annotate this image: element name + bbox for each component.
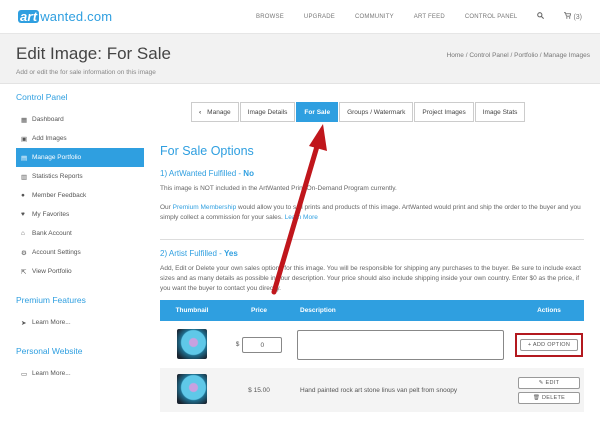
sidebar-item-label: Manage Portfolio	[32, 154, 82, 161]
tab-image-stats[interactable]: Image Stats	[474, 102, 526, 122]
sidebar-item-label: My Favorites	[32, 211, 70, 218]
sidebar-item-label: Account Settings	[32, 249, 81, 256]
tab-groups-watermark[interactable]: Groups / Watermark	[339, 102, 414, 122]
artwanted-fulfilled-label: 1) ArtWanted Fulfilled -	[160, 169, 244, 178]
sidebar-item-label: Dashboard	[32, 116, 64, 123]
artwanted-fulfilled-status: No	[243, 169, 254, 178]
tab-image-details[interactable]: Image Details	[239, 102, 296, 122]
tab-for-sale[interactable]: For Sale	[296, 102, 339, 122]
premium-paragraph: Our Premium Membership would allow you t…	[160, 203, 584, 223]
add-option-highlight: + ADD OPTION	[515, 332, 583, 357]
sidebar-title-control-panel: Control Panel	[16, 92, 68, 102]
page-header: Edit Image: For Sale Add or edit the for…	[0, 34, 600, 84]
currency-symbol: $	[235, 341, 240, 349]
rocket-icon: ➤	[21, 319, 27, 327]
logo-rest: wanted.com	[40, 9, 113, 24]
top-nav: art wanted.com BROWSE UPGRADE COMMUNITY A…	[0, 0, 600, 34]
sidebar-item-statistics[interactable]: ▥ Statistics Reports	[16, 167, 144, 186]
nav-menu: BROWSE UPGRADE COMMUNITY ART FEED CONTRO…	[236, 12, 582, 21]
tab-manage[interactable]: ‹ Manage	[191, 102, 239, 122]
artist-fulfilled-text: Add, Edit or Delete your own sales optio…	[160, 265, 581, 292]
image-thumbnail	[177, 374, 207, 404]
comments-icon: ●	[21, 192, 25, 199]
sidebar-item-view-portfolio[interactable]: ⇱ View Portfolio	[16, 262, 144, 281]
sidebar-item-label: Member Feedback	[32, 192, 87, 199]
sidebar-item-account-settings[interactable]: ⚙ Account Settings	[16, 243, 144, 262]
grid-icon: ▦	[21, 116, 28, 124]
monitor-icon: ▭	[21, 370, 28, 378]
premium-prefix: Our	[160, 204, 173, 211]
row-price: $ 15.00	[248, 386, 270, 394]
delete-button[interactable]: 🗑 DELETE	[518, 391, 580, 404]
add-image-icon: ▣	[21, 135, 28, 143]
nav-art-feed[interactable]: ART FEED	[414, 14, 445, 20]
sidebar-item-feedback[interactable]: ● Member Feedback	[16, 186, 144, 205]
images-icon: ▤	[21, 154, 28, 162]
artwanted-fulfilled-text: This image is NOT included in the ArtWan…	[160, 185, 397, 192]
sidebar-item-label: Statistics Reports	[32, 173, 83, 180]
header-price: Price	[224, 300, 294, 321]
header-actions: Actions	[514, 300, 584, 321]
sidebar-item-bank-account[interactable]: ⌂ Bank Account	[16, 224, 144, 243]
artwanted-fulfilled-title: 1) ArtWanted Fulfilled - No	[160, 169, 584, 178]
page-subtitle: Add or edit the for sale information on …	[16, 69, 156, 76]
header-thumbnail: Thumbnail	[160, 300, 224, 321]
sales-options-table: Thumbnail Price Description Actions $0 +…	[160, 300, 584, 412]
cart-button[interactable]: (3)	[564, 12, 582, 21]
sidebar-item-manage-portfolio[interactable]: ▤ Manage Portfolio	[16, 148, 144, 167]
external-link-icon: ⇱	[21, 268, 27, 276]
breadcrumb[interactable]: Home / Control Panel / Portfolio / Manag…	[447, 52, 590, 59]
sidebar-item-label: View Portfolio	[32, 268, 72, 275]
gear-icon: ⚙	[21, 249, 27, 257]
cart-icon	[564, 12, 572, 19]
sidebar-item-label: Learn More...	[32, 319, 71, 326]
edit-button[interactable]: ✎ EDIT	[518, 376, 580, 389]
price-input[interactable]: 0	[242, 336, 283, 353]
nav-browse[interactable]: BROWSE	[256, 14, 284, 20]
artist-fulfilled-label: 2) Artist Fulfilled -	[160, 249, 225, 258]
section-heading: For Sale Options	[160, 144, 254, 158]
image-thumbnail	[177, 328, 207, 359]
description-input[interactable]	[297, 329, 504, 360]
chevron-left-icon: ‹	[199, 108, 202, 116]
nav-community[interactable]: COMMUNITY	[355, 14, 394, 20]
sidebar: Control Panel ▦ Dashboard ▣ Add Images ▤ Ma…	[16, 92, 144, 383]
tab-label: Manage	[207, 108, 231, 116]
logo-art: art	[18, 9, 40, 24]
heart-icon: ♥	[21, 211, 25, 218]
sidebar-item-dashboard[interactable]: ▦ Dashboard	[16, 110, 144, 129]
main-content: ‹ Manage Image Details For Sale Groups / …	[160, 102, 584, 412]
sidebar-item-premium-learn-more[interactable]: ➤ Learn More...	[16, 313, 144, 332]
sidebar-item-label: Learn More...	[32, 370, 71, 377]
artist-fulfilled-title: 2) Artist Fulfilled - Yes	[160, 249, 584, 258]
new-option-row: $0 + ADD OPTION	[160, 321, 584, 368]
artist-fulfilled-status: Yes	[224, 249, 238, 258]
learn-more-link[interactable]: Learn More	[285, 214, 318, 221]
chart-icon: ▥	[21, 173, 28, 181]
tab-bar: ‹ Manage Image Details For Sale Groups / …	[191, 102, 584, 122]
site-logo[interactable]: art wanted.com	[18, 9, 112, 24]
sidebar-item-website-learn-more[interactable]: ▭ Learn More...	[16, 364, 144, 383]
bank-icon: ⌂	[21, 230, 25, 237]
search-icon[interactable]	[537, 12, 545, 21]
row-description: Hand painted rock art stone linus van pe…	[300, 386, 458, 394]
tab-project-images[interactable]: Project Images	[414, 102, 474, 122]
sidebar-title-website: Personal Website	[16, 346, 83, 356]
header-description: Description	[294, 300, 514, 321]
cart-count: (3)	[573, 14, 582, 21]
divider	[160, 239, 584, 240]
add-option-button[interactable]: + ADD OPTION	[520, 338, 578, 351]
sidebar-item-label: Bank Account	[32, 230, 72, 237]
premium-membership-link[interactable]: Premium Membership	[173, 204, 237, 211]
nav-control-panel[interactable]: CONTROL PANEL	[465, 14, 518, 20]
sidebar-title-premium: Premium Features	[16, 295, 86, 305]
sidebar-item-favorites[interactable]: ♥ My Favorites	[16, 205, 144, 224]
table-row: $ 15.00 Hand painted rock art stone linu…	[160, 368, 584, 412]
sidebar-item-label: Add Images	[32, 135, 67, 142]
nav-upgrade[interactable]: UPGRADE	[304, 14, 335, 20]
sidebar-item-add-images[interactable]: ▣ Add Images	[16, 129, 144, 148]
